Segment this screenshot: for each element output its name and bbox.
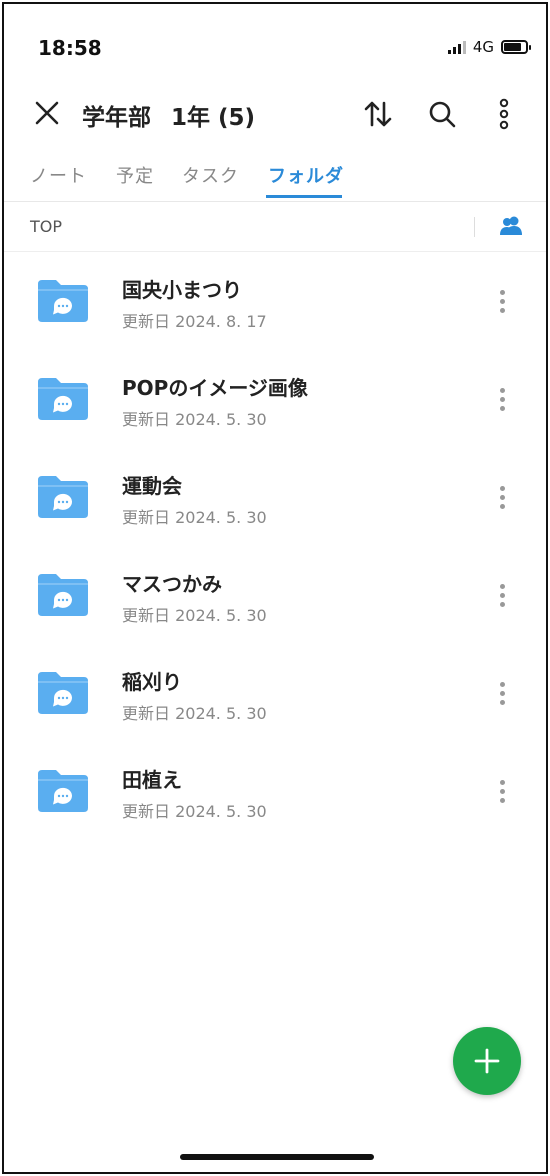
- add-folder-button[interactable]: [453, 1027, 521, 1095]
- members-button[interactable]: [498, 213, 524, 239]
- folder-name: POPのイメージ画像: [122, 376, 308, 400]
- folder-chat-icon: [38, 378, 88, 420]
- home-indicator: [180, 1154, 374, 1160]
- folder-row[interactable]: 国央小まつり 更新日 2024. 8. 17: [4, 252, 546, 350]
- page-title: 学年部 1年 (5): [82, 98, 255, 132]
- tab-folders[interactable]: フォルダ: [268, 162, 344, 188]
- sort-icon: [364, 101, 392, 127]
- more-vertical-icon: [499, 98, 509, 130]
- folder-name: 運動会: [122, 474, 182, 498]
- tab-notes[interactable]: ノート: [30, 162, 87, 188]
- tab-tasks[interactable]: タスク: [182, 162, 239, 188]
- title-group: 学年部: [82, 105, 151, 131]
- status-bar: 18:58 4G: [4, 4, 546, 94]
- folder-row[interactable]: 田植え 更新日 2024. 5. 30: [4, 742, 546, 840]
- folder-name: マスつかみ: [122, 572, 222, 596]
- close-icon: [35, 101, 59, 125]
- folder-updated-date: 更新日 2024. 5. 30: [122, 802, 267, 821]
- sort-button[interactable]: [360, 96, 396, 132]
- breadcrumb[interactable]: TOP: [30, 217, 62, 236]
- folder-menu-button[interactable]: [492, 480, 512, 514]
- folder-menu-button[interactable]: [492, 774, 512, 808]
- folder-chat-icon: [38, 672, 88, 714]
- network-label: 4G: [472, 38, 494, 56]
- signal-icon: [447, 40, 466, 54]
- tab-schedule[interactable]: 予定: [116, 162, 154, 188]
- folder-row[interactable]: 稲刈り 更新日 2024. 5. 30: [4, 644, 546, 742]
- folder-name: 国央小まつり: [122, 278, 242, 302]
- folder-updated-date: 更新日 2024. 8. 17: [122, 312, 267, 331]
- folder-row[interactable]: 運動会 更新日 2024. 5. 30: [4, 448, 546, 546]
- folder-updated-date: 更新日 2024. 5. 30: [122, 606, 267, 625]
- folder-chat-icon: [38, 476, 88, 518]
- folder-menu-button[interactable]: [492, 578, 512, 612]
- folder-menu-button[interactable]: [492, 676, 512, 710]
- folder-row[interactable]: マスつかみ 更新日 2024. 5. 30: [4, 546, 546, 644]
- folder-menu-button[interactable]: [492, 284, 512, 318]
- folder-updated-date: 更新日 2024. 5. 30: [122, 410, 267, 429]
- folder-updated-date: 更新日 2024. 5. 30: [122, 508, 267, 527]
- members-icon: [500, 216, 522, 235]
- folder-name: 稲刈り: [122, 670, 182, 694]
- close-button[interactable]: [32, 98, 62, 128]
- folder-chat-icon: [38, 770, 88, 812]
- app-header: 学年部 1年 (5): [4, 82, 546, 146]
- breadcrumb-bar: TOP: [4, 202, 546, 252]
- search-icon: [429, 101, 456, 128]
- folder-chat-icon: [38, 280, 88, 322]
- title-grade: 1年 (5): [171, 105, 256, 131]
- search-button[interactable]: [424, 96, 460, 132]
- active-tab-indicator: [266, 195, 342, 198]
- folder-updated-date: 更新日 2024. 5. 30: [122, 704, 267, 723]
- folder-menu-button[interactable]: [492, 382, 512, 416]
- status-indicators: 4G: [447, 38, 531, 56]
- phone-screen: 18:58 4G 学年部 1年 (5) ノート 予定 タスク フォルダ TOP …: [2, 2, 548, 1174]
- tab-bar: ノート 予定 タスク フォルダ: [4, 152, 546, 202]
- folder-name: 田植え: [122, 768, 182, 792]
- status-time: 18:58: [38, 36, 102, 60]
- folder-chat-icon: [38, 574, 88, 616]
- more-options-button[interactable]: [486, 96, 522, 132]
- folder-row[interactable]: POPのイメージ画像 更新日 2024. 5. 30: [4, 350, 546, 448]
- plus-icon: [474, 1048, 500, 1074]
- divider: [474, 217, 475, 237]
- battery-icon: [501, 40, 531, 54]
